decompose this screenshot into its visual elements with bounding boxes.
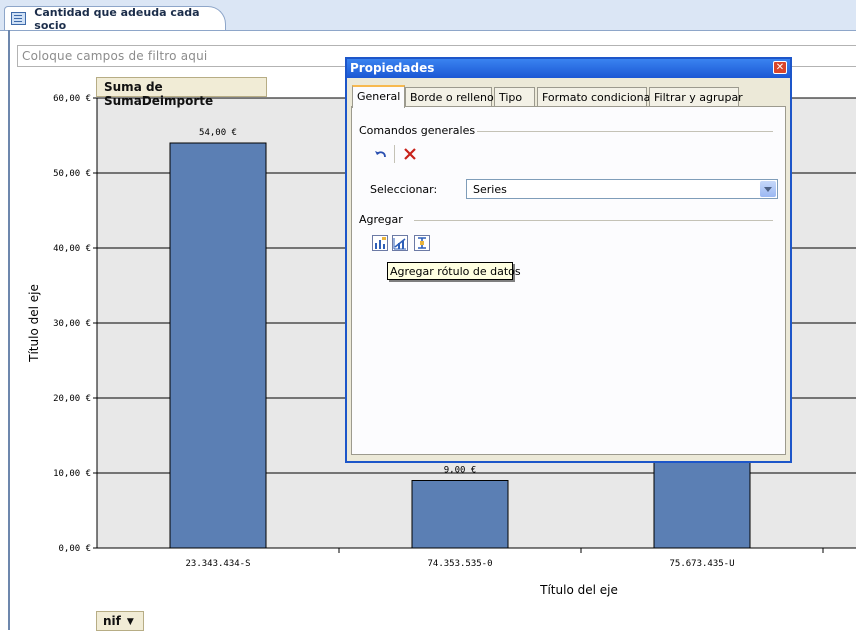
chevron-down-icon[interactable] <box>760 181 776 197</box>
data-label: 9,00 € <box>444 466 477 476</box>
delete-icon[interactable] <box>402 146 418 162</box>
tab-tipo[interactable]: Tipo <box>494 87 535 107</box>
y-tick-label: 60,00 € <box>53 94 91 104</box>
bar <box>411 480 509 549</box>
x-axis-title: Título del eje <box>539 583 618 597</box>
tab-borde-relleno[interactable]: Borde o relleno <box>405 87 494 107</box>
y-tick-label: 10,00 € <box>53 469 91 479</box>
dialog-title: Propiedades <box>350 61 435 75</box>
y-tick-label: 0,00 € <box>58 544 91 554</box>
element-select[interactable]: Series <box>466 179 778 199</box>
dropdown-arrow-icon[interactable]: ▼ <box>127 617 134 627</box>
data-field-button[interactable]: Suma de SumaDeimporte <box>96 77 267 108</box>
undo-icon[interactable] <box>373 146 389 162</box>
close-icon[interactable]: ✕ <box>773 61 787 74</box>
tooltip: Agregar rótulo de datos <box>387 262 521 280</box>
y-tick-label: 50,00 € <box>53 169 91 179</box>
bar <box>169 142 267 549</box>
x-tick-label: 75.673.435-U <box>669 559 734 569</box>
tab-formato-condicional[interactable]: Formato condicional <box>537 87 653 107</box>
properties-dialog: Propiedades ✕ General Borde o relleno Ti… <box>345 57 792 463</box>
group-divider <box>477 131 773 132</box>
category-field-label: nif <box>103 614 121 628</box>
tab-panel-general: Comandos generales Seleccionar: Series A… <box>351 106 786 455</box>
y-axis-title: Título del eje <box>27 284 41 363</box>
add-error-bars-icon[interactable] <box>414 235 430 251</box>
group-label-commands: Comandos generales <box>359 124 476 137</box>
select-label: Seleccionar: <box>370 183 438 196</box>
x-tick-label: 74.353.535-0 <box>427 559 492 569</box>
data-label: 54,00 € <box>199 128 237 138</box>
dialog-title-bar[interactable]: Propiedades ✕ <box>347 59 790 78</box>
tab-general[interactable]: General <box>352 85 405 108</box>
tab-filtrar-agrupar[interactable]: Filtrar y agrupar <box>649 87 743 107</box>
select-value: Series <box>473 183 507 196</box>
add-data-label-icon[interactable] <box>372 235 388 251</box>
group-divider <box>414 220 773 221</box>
y-tick-label: 20,00 € <box>53 394 91 404</box>
category-field-button[interactable]: nif ▼ <box>96 611 144 631</box>
y-tick-label: 40,00 € <box>53 244 91 254</box>
y-tick-label: 30,00 € <box>53 319 91 329</box>
add-trendline-icon[interactable] <box>392 235 408 251</box>
group-label-add: Agregar <box>359 213 403 226</box>
toolbar-separator <box>394 145 395 163</box>
x-tick-label: 23.343.434-S <box>185 559 250 569</box>
